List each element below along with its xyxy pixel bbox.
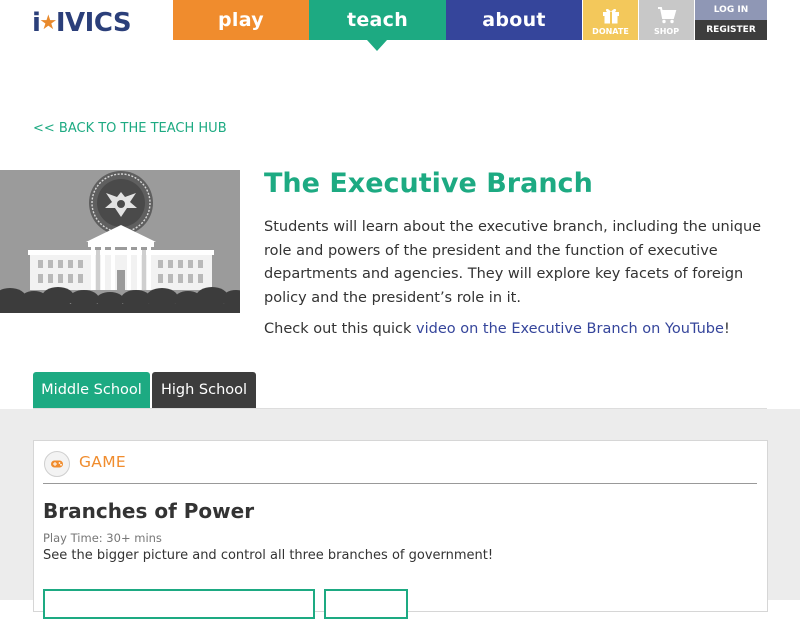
shop-label: SHOP — [653, 26, 680, 36]
card-divider — [43, 483, 757, 484]
play-time: Play Time: 30+ mins — [43, 531, 162, 545]
gamepad-icon — [44, 451, 70, 477]
back-to-teach-hub-link[interactable]: << BACK TO THE TEACH HUB — [33, 121, 227, 136]
tab-middle-school[interactable]: Middle School — [33, 372, 150, 408]
gift-icon — [602, 8, 619, 23]
video-callout: Check out this quick video on the Execut… — [264, 318, 730, 341]
game-description: See the bigger picture and control all t… — [43, 548, 494, 563]
resource-card: GAME Branches of Power Play Time: 30+ mi… — [33, 440, 768, 619]
logo-suffix: IVICS — [55, 8, 132, 38]
icivics-logo[interactable]: i ★ IVICS — [32, 6, 132, 40]
shop-button[interactable]: SHOP — [639, 0, 694, 40]
register-button[interactable]: REGISTER — [695, 20, 767, 40]
game-title[interactable]: Branches of Power — [43, 499, 254, 523]
login-button[interactable]: LOG IN — [695, 0, 767, 20]
page-title: The Executive Branch — [264, 168, 593, 199]
resource-type-label: GAME — [79, 453, 126, 471]
donate-button[interactable]: DONATE — [583, 0, 638, 40]
secondary-action-button[interactable] — [324, 589, 408, 619]
white-house-illustration — [0, 170, 240, 313]
video-suffix: ! — [723, 321, 730, 337]
tab-high-school[interactable]: High School — [152, 372, 256, 408]
video-prefix: Check out this quick — [264, 321, 417, 337]
youtube-video-link[interactable]: video on the Executive Branch on YouTube — [416, 321, 724, 337]
unit-description: Students will learn about the executive … — [264, 219, 762, 306]
nav-teach[interactable]: teach — [309, 0, 446, 40]
active-nav-caret — [367, 40, 387, 51]
nav-play[interactable]: play — [173, 0, 309, 40]
logo-star-icon: ★ — [39, 10, 57, 34]
donate-label: DONATE — [592, 26, 629, 36]
cart-icon — [657, 6, 676, 23]
play-game-button[interactable] — [43, 589, 315, 619]
nav-about[interactable]: about — [446, 0, 582, 40]
